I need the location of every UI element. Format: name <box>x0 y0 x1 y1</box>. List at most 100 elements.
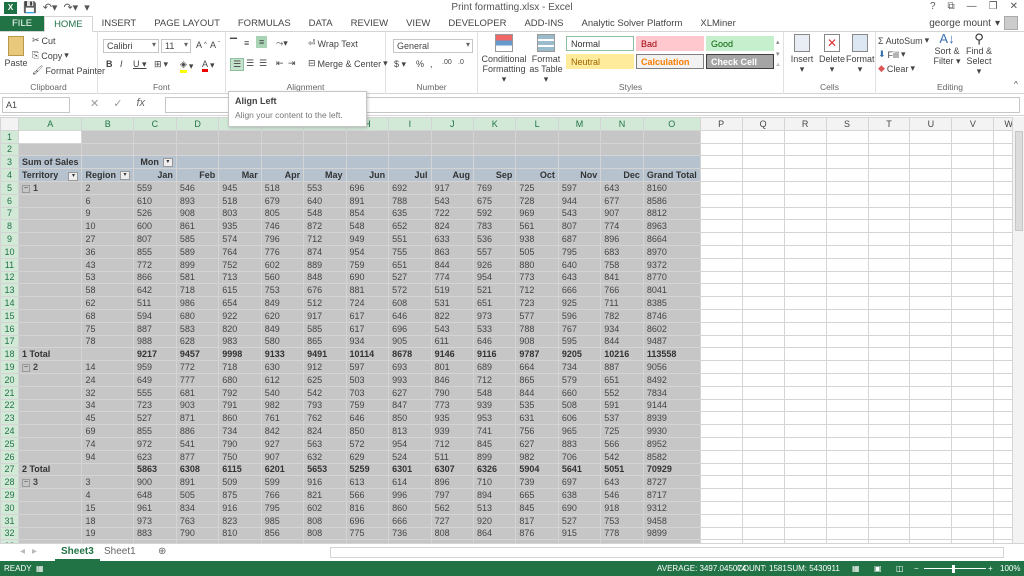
cell[interactable] <box>867 513 911 528</box>
column-header-i[interactable]: I <box>388 117 432 131</box>
value-cell[interactable]: 5051 <box>600 462 644 477</box>
value-cell[interactable]: 581 <box>175 270 220 285</box>
cell[interactable] <box>909 296 953 310</box>
value-cell[interactable]: 820 <box>218 321 262 336</box>
cell[interactable] <box>783 500 827 515</box>
value-cell[interactable]: 776 <box>260 244 305 259</box>
cell[interactable] <box>951 270 995 285</box>
cell[interactable] <box>951 424 995 438</box>
row-total-cell[interactable]: 8963 <box>642 219 701 234</box>
cell[interactable] <box>388 155 432 170</box>
cell[interactable] <box>951 334 995 349</box>
cell[interactable] <box>867 155 911 170</box>
row-header[interactable]: 25 <box>0 436 19 451</box>
cell[interactable] <box>909 436 953 451</box>
value-cell[interactable]: 881 <box>345 283 390 298</box>
value-cell[interactable]: 5904 <box>515 462 559 477</box>
value-cell[interactable]: 690 <box>557 500 602 515</box>
value-cell[interactable]: 788 <box>388 193 432 208</box>
value-cell[interactable]: 640 <box>303 193 347 208</box>
cell[interactable] <box>951 180 995 195</box>
month-header[interactable]: Aug <box>430 168 474 182</box>
value-cell[interactable]: 666 <box>388 513 432 528</box>
value-cell[interactable]: 595 <box>557 334 602 349</box>
zoom-out-icon[interactable]: − <box>914 564 919 573</box>
tab-view[interactable]: VIEW <box>397 16 439 31</box>
cell-style-bad[interactable]: Bad <box>636 36 704 51</box>
row-total-cell[interactable]: 8160 <box>642 180 701 195</box>
value-cell[interactable]: 541 <box>175 436 220 451</box>
territory-cell[interactable] <box>17 283 83 298</box>
row-header[interactable]: 11 <box>0 257 19 272</box>
value-cell[interactable]: 954 <box>345 244 390 259</box>
column-header-d[interactable]: D <box>175 117 220 131</box>
format-as-table-button[interactable]: Format as Table ▾ <box>528 34 564 84</box>
value-cell[interactable]: 876 <box>515 526 559 541</box>
territory-cell[interactable] <box>17 321 83 336</box>
cell[interactable] <box>783 206 827 221</box>
value-cell[interactable]: 633 <box>430 232 474 246</box>
value-cell[interactable]: 689 <box>472 360 517 374</box>
value-cell[interactable]: 753 <box>600 513 644 528</box>
font-name-select[interactable]: Calibri <box>103 39 159 53</box>
row-total-cell[interactable]: 8727 <box>642 475 701 490</box>
value-cell[interactable]: 844 <box>600 334 644 349</box>
insert-cells-button[interactable]: Insert ▾ <box>788 34 816 74</box>
cell[interactable] <box>951 500 995 515</box>
select-all-corner[interactable] <box>0 117 19 131</box>
value-cell[interactable]: 944 <box>557 193 602 208</box>
cell[interactable] <box>909 411 953 426</box>
value-cell[interactable]: 5653 <box>303 462 347 477</box>
user-account[interactable]: george mount ▾ <box>929 16 1018 30</box>
cell[interactable] <box>741 360 785 374</box>
center-button[interactable]: ☰ <box>246 58 254 69</box>
value-cell[interactable]: 635 <box>388 206 432 221</box>
value-cell[interactable]: 741 <box>472 424 517 438</box>
value-cell[interactable]: 880 <box>515 257 559 272</box>
value-cell[interactable]: 875 <box>218 488 262 502</box>
cell[interactable] <box>867 321 911 336</box>
value-cell[interactable]: 915 <box>557 526 602 541</box>
row-total-cell[interactable]: 8586 <box>642 193 701 208</box>
value-cell[interactable]: 9116 <box>472 347 517 362</box>
value-cell[interactable]: 808 <box>303 526 347 541</box>
value-cell[interactable]: 675 <box>472 193 517 208</box>
value-cell[interactable]: 886 <box>175 424 220 438</box>
cell[interactable] <box>699 526 743 541</box>
value-cell[interactable]: 646 <box>388 308 432 323</box>
value-cell[interactable]: 766 <box>260 488 305 502</box>
value-cell[interactable]: 9146 <box>430 347 474 362</box>
cell[interactable] <box>909 334 953 349</box>
value-cell[interactable]: 9998 <box>218 347 262 362</box>
region-cell[interactable]: 6 <box>81 193 134 208</box>
cell[interactable] <box>867 360 911 374</box>
value-cell[interactable]: 713 <box>218 270 262 285</box>
value-cell[interactable]: 631 <box>515 411 559 426</box>
region-cell[interactable]: 24 <box>81 372 134 387</box>
value-cell[interactable]: 808 <box>303 513 347 528</box>
value-cell[interactable]: 824 <box>430 219 474 234</box>
gallery-scroll-down[interactable]: ▾ <box>776 50 780 58</box>
cell[interactable] <box>699 372 743 387</box>
cell[interactable] <box>741 308 785 323</box>
cell[interactable] <box>909 347 953 362</box>
cell[interactable] <box>783 488 827 502</box>
value-cell[interactable]: 513 <box>472 500 517 515</box>
sort-filter-button[interactable]: A↓ Sort & Filter ▾ <box>932 32 962 66</box>
zoom-slider-thumb[interactable] <box>952 565 955 573</box>
value-cell[interactable]: 816 <box>345 500 390 515</box>
value-cell[interactable]: 651 <box>600 372 644 387</box>
comma-button[interactable]: , <box>430 59 433 69</box>
value-cell[interactable]: 725 <box>600 424 644 438</box>
cell[interactable] <box>909 257 953 272</box>
value-cell[interactable]: 775 <box>345 526 390 541</box>
new-sheet-icon[interactable]: ⊕ <box>152 544 172 561</box>
cell[interactable] <box>909 488 953 502</box>
value-cell[interactable]: 718 <box>218 360 262 374</box>
value-cell[interactable]: 628 <box>175 334 220 349</box>
cell[interactable] <box>825 347 869 362</box>
cell[interactable] <box>699 334 743 349</box>
row-header[interactable]: 3 <box>0 155 19 170</box>
value-cell[interactable]: 972 <box>132 436 177 451</box>
cell[interactable] <box>132 142 177 157</box>
